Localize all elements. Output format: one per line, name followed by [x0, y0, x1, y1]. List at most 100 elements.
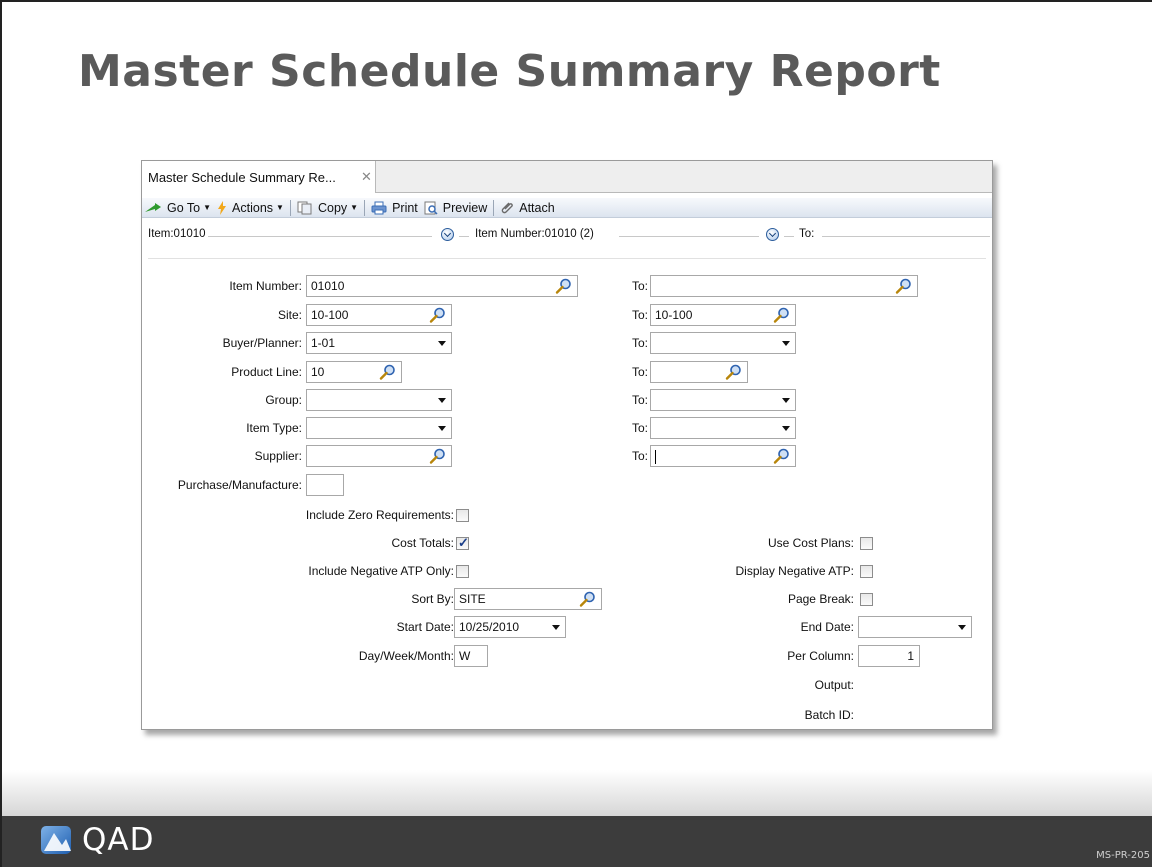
- search-icon[interactable]: [429, 306, 447, 324]
- group-to-select[interactable]: [650, 389, 796, 411]
- page-break-checkbox[interactable]: [860, 593, 873, 606]
- item-type-to-select[interactable]: [650, 417, 796, 439]
- end-date-picker[interactable]: [858, 616, 972, 638]
- buyer-planner-select[interactable]: 1-01: [306, 332, 452, 354]
- page-break-label: Page Break:: [787, 592, 854, 606]
- dropdown-arrow-icon[interactable]: [953, 617, 971, 637]
- copy-button[interactable]: Copy ▼: [297, 201, 358, 215]
- site-to-label: To:: [631, 308, 648, 322]
- cost-totals-checkbox[interactable]: [456, 535, 469, 551]
- day-week-month-label: Day/Week/Month:: [358, 649, 454, 663]
- dropdown-arrow-icon[interactable]: [777, 418, 795, 438]
- end-date-label: End Date:: [800, 620, 854, 634]
- goto-button[interactable]: Go To ▼: [144, 201, 211, 215]
- tab-bar: Master Schedule Summary Re... ✕: [142, 161, 992, 193]
- day-week-month-value: W: [459, 649, 471, 663]
- site-to-field[interactable]: 10-100: [650, 304, 796, 326]
- product-line-to-field[interactable]: [650, 361, 748, 383]
- site-value: 10-100: [311, 308, 349, 322]
- breadcrumb-item-number[interactable]: Item Number:01010 (2): [475, 228, 594, 240]
- display-negative-atp-checkbox[interactable]: [860, 565, 873, 578]
- include-negative-atp-only-checkbox[interactable]: [456, 565, 469, 578]
- breadcrumb-item[interactable]: Item:01010: [148, 228, 206, 240]
- breadcrumb-line: [784, 236, 794, 237]
- item-number-field[interactable]: 01010: [306, 275, 578, 297]
- display-negative-atp-label: Display Negative ATP:: [735, 564, 855, 578]
- dropdown-arrow-icon[interactable]: [547, 617, 565, 637]
- close-tab-icon[interactable]: ✕: [361, 169, 372, 185]
- day-week-month-field[interactable]: W: [454, 645, 488, 667]
- breadcrumb-line: [822, 236, 990, 237]
- item-number-value: 01010: [311, 279, 345, 293]
- goto-arrow-icon: [145, 202, 161, 212]
- product-line-to-label: To:: [631, 365, 648, 379]
- output-label: Output:: [814, 678, 854, 692]
- include-negative-atp-only-label: Include Negative ATP Only:: [308, 564, 454, 578]
- lightning-icon: [218, 200, 227, 215]
- search-icon[interactable]: [773, 447, 791, 465]
- breadcrumb-line: [208, 236, 432, 237]
- qad-logo: QAD: [40, 822, 154, 858]
- per-column-field[interactable]: 1: [858, 645, 920, 667]
- breadcrumb-line: [459, 236, 469, 237]
- search-icon[interactable]: [725, 363, 743, 381]
- slide-title: Master Schedule Summary Report: [78, 46, 941, 97]
- attach-button[interactable]: Attach: [500, 201, 555, 215]
- preview-button[interactable]: Preview: [424, 201, 487, 215]
- buyer-planner-value: 1-01: [311, 336, 336, 350]
- dropdown-arrow-icon[interactable]: [433, 333, 451, 353]
- search-icon[interactable]: [429, 447, 447, 465]
- breadcrumb-expand-icon[interactable]: [441, 228, 454, 241]
- use-cost-plans-checkbox[interactable]: [860, 537, 873, 550]
- toolbar-separator: [493, 199, 495, 216]
- use-cost-plans-label: Use Cost Plans:: [767, 536, 854, 550]
- supplier-label: Supplier:: [254, 449, 302, 463]
- tab-label: Master Schedule Summary Re...: [148, 170, 336, 185]
- group-label: Group:: [265, 393, 302, 407]
- group-select[interactable]: [306, 389, 452, 411]
- search-icon[interactable]: [379, 363, 397, 381]
- item-type-to-label: To:: [631, 421, 648, 435]
- footer-fade: [2, 770, 1152, 816]
- dropdown-arrow-icon[interactable]: [777, 390, 795, 410]
- sort-by-label: Sort By:: [411, 592, 454, 606]
- sort-by-field[interactable]: SITE: [454, 588, 602, 610]
- supplier-field[interactable]: [306, 445, 452, 467]
- tab-master-schedule-summary[interactable]: Master Schedule Summary Re... ✕: [142, 161, 376, 193]
- buyer-planner-to-label: To:: [631, 336, 648, 350]
- search-icon[interactable]: [579, 590, 597, 608]
- supplier-to-field[interactable]: [650, 445, 796, 467]
- breadcrumb-line: [619, 236, 759, 237]
- print-label: Print: [392, 200, 418, 215]
- start-date-label: Start Date:: [396, 620, 454, 634]
- actions-button[interactable]: Actions ▼: [217, 200, 284, 215]
- item-type-label: Item Type:: [246, 421, 302, 435]
- preview-icon: [424, 201, 438, 215]
- dropdown-arrow-icon[interactable]: [777, 333, 795, 353]
- breadcrumb-to[interactable]: To:: [799, 228, 814, 240]
- search-icon[interactable]: [773, 306, 791, 324]
- chevron-down-icon: ▼: [350, 203, 359, 212]
- sort-by-value: SITE: [459, 592, 486, 606]
- toolbar: Go To ▼ Actions ▼ Copy ▼ Print Preview Atta…: [142, 198, 992, 218]
- chevron-down-icon: ▼: [276, 203, 284, 212]
- item-type-select[interactable]: [306, 417, 452, 439]
- item-number-to-field[interactable]: [650, 275, 918, 297]
- qad-logo-icon: [41, 826, 71, 854]
- start-date-picker[interactable]: 10/25/2010: [454, 616, 566, 638]
- include-zero-requirements-checkbox[interactable]: [456, 509, 469, 522]
- dropdown-arrow-icon[interactable]: [433, 418, 451, 438]
- buyer-planner-to-select[interactable]: [650, 332, 796, 354]
- site-field[interactable]: 10-100: [306, 304, 452, 326]
- purchase-manufacture-field[interactable]: [306, 474, 344, 496]
- dropdown-arrow-icon[interactable]: [433, 390, 451, 410]
- print-button[interactable]: Print: [371, 201, 418, 215]
- cost-totals-label: Cost Totals:: [391, 536, 454, 550]
- product-line-field[interactable]: 10: [306, 361, 402, 383]
- paperclip-icon: [502, 202, 514, 213]
- actions-label: Actions: [232, 200, 274, 215]
- breadcrumb-expand-icon[interactable]: [766, 228, 779, 241]
- search-icon[interactable]: [895, 277, 913, 295]
- item-number-to-label: To:: [631, 279, 648, 293]
- search-icon[interactable]: [555, 277, 573, 295]
